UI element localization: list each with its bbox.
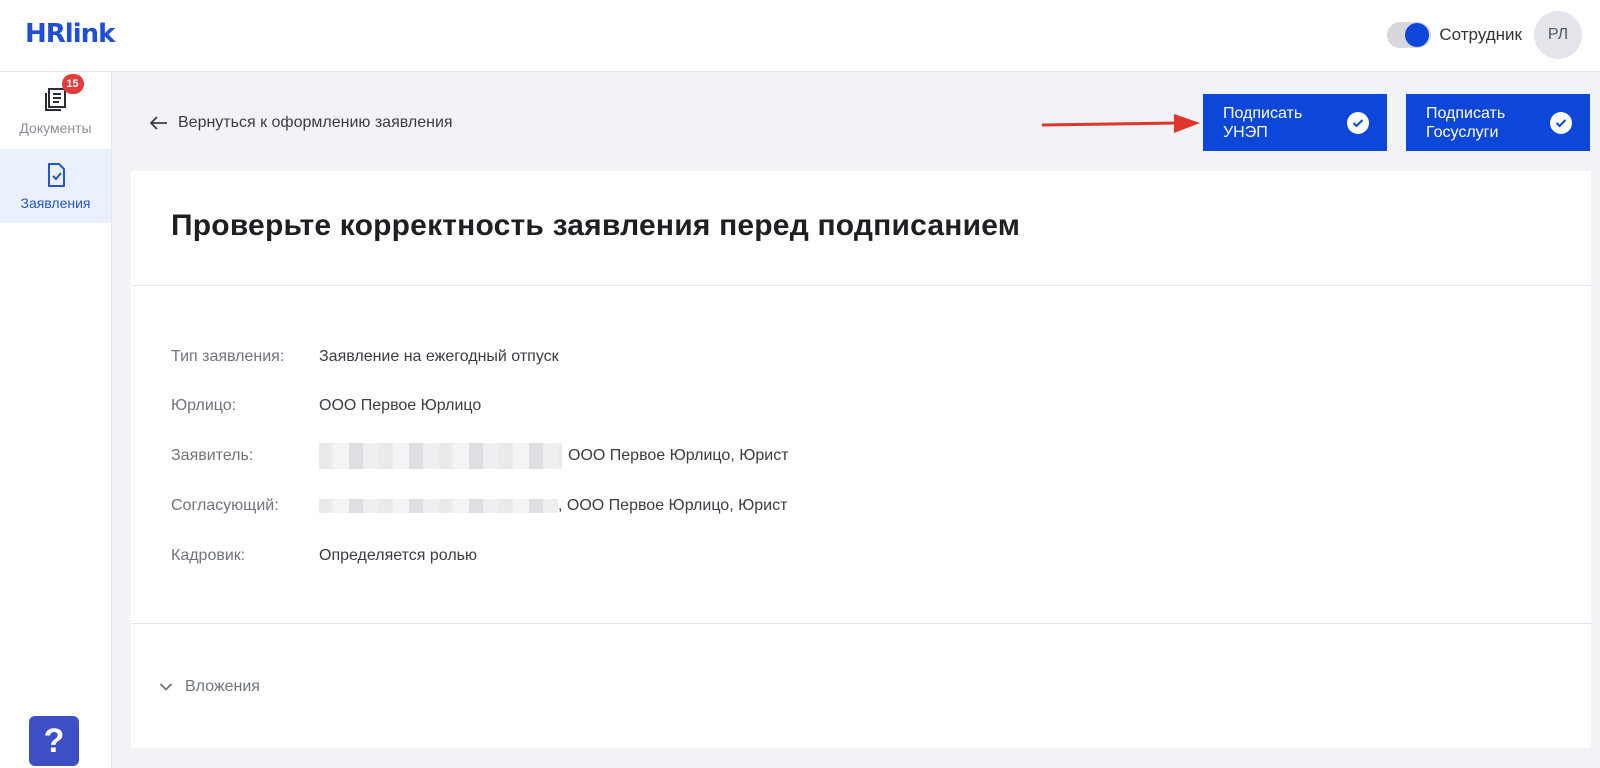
field-row-applicant: Заявитель: ООО Первое Юрлицо, Юрист	[171, 443, 789, 469]
divider	[131, 285, 1591, 286]
field-value-wrap: ООО Первое Юрлицо, Юрист	[319, 443, 789, 469]
sign-gosuslugi-button[interactable]: Подписать Госуслуги	[1406, 94, 1590, 151]
field-label: Кадровик:	[171, 547, 246, 564]
documents-icon: 15	[42, 74, 84, 114]
sidebar: 15 Документы Заявления ?	[0, 72, 112, 768]
application-file-icon	[42, 161, 70, 189]
field-value: Заявление на ежегодный отпуск	[319, 348, 559, 365]
divider	[131, 623, 1591, 624]
sidebar-item-label: Заявления	[20, 195, 91, 211]
help-button[interactable]: ?	[29, 716, 79, 766]
redacted-name	[319, 499, 558, 513]
hrlink-logo[interactable]: HRlink	[25, 14, 115, 54]
field-label: Тип заявления:	[171, 348, 285, 365]
documents-count-badge: 15	[61, 74, 84, 94]
field-value: Определяется ролью	[319, 547, 477, 564]
check-circle-icon	[1550, 111, 1572, 134]
back-link-label: Вернуться к оформлению заявления	[178, 114, 453, 131]
field-value: ООО Первое Юрлицо, Юрист	[568, 447, 789, 464]
field-row-entity: Юрлицо: ООО Первое Юрлицо	[171, 395, 481, 417]
sidebar-item-label: Документы	[19, 120, 92, 136]
toggle-knob	[1405, 23, 1430, 47]
sidebar-item-applications[interactable]: Заявления	[0, 149, 111, 223]
arrow-left-icon	[150, 116, 167, 130]
top-header: HRlink Сотрудник РЛ	[0, 0, 1600, 72]
back-link[interactable]: Вернуться к оформлению заявления	[150, 110, 453, 136]
field-value: , ООО Первое Юрлицо, Юрист	[558, 497, 788, 514]
role-toggle[interactable]	[1387, 22, 1432, 48]
application-review-card: Проверьте корректность заявления перед п…	[131, 171, 1591, 748]
attachments-toggle[interactable]: Вложения	[159, 676, 260, 698]
redacted-name	[319, 443, 562, 469]
sign-unep-label: Подписать УНЭП	[1223, 104, 1303, 141]
field-row-approver: Согласующий: , ООО Первое Юрлицо, Юрист	[171, 495, 787, 517]
role-label: Сотрудник	[1439, 25, 1522, 44]
sign-gosuslugi-label: Подписать Госуслуги	[1426, 104, 1506, 141]
attachments-label: Вложения	[185, 678, 260, 695]
field-row-type: Тип заявления: Заявление на ежегодный от…	[171, 346, 559, 368]
field-value: ООО Первое Юрлицо	[319, 397, 482, 414]
field-label: Юрлицо:	[171, 397, 237, 414]
field-row-hr: Кадровик: Определяется ролью	[171, 545, 477, 567]
header-user-area: Сотрудник РЛ	[1387, 10, 1582, 60]
sidebar-item-documents[interactable]: 15 Документы	[0, 74, 111, 148]
field-value-wrap: , ООО Первое Юрлицо, Юрист	[319, 497, 787, 515]
sign-unep-button[interactable]: Подписать УНЭП	[1203, 94, 1387, 151]
annotation-arrow-icon	[1041, 114, 1200, 133]
check-circle-icon	[1347, 111, 1369, 134]
chevron-down-icon	[159, 683, 173, 691]
logo-text: HRlink	[25, 19, 115, 49]
field-label: Заявитель:	[171, 447, 254, 464]
user-avatar[interactable]: РЛ	[1534, 11, 1582, 59]
field-label: Согласующий:	[171, 497, 279, 514]
page-title: Проверьте корректность заявления перед п…	[171, 209, 1021, 242]
